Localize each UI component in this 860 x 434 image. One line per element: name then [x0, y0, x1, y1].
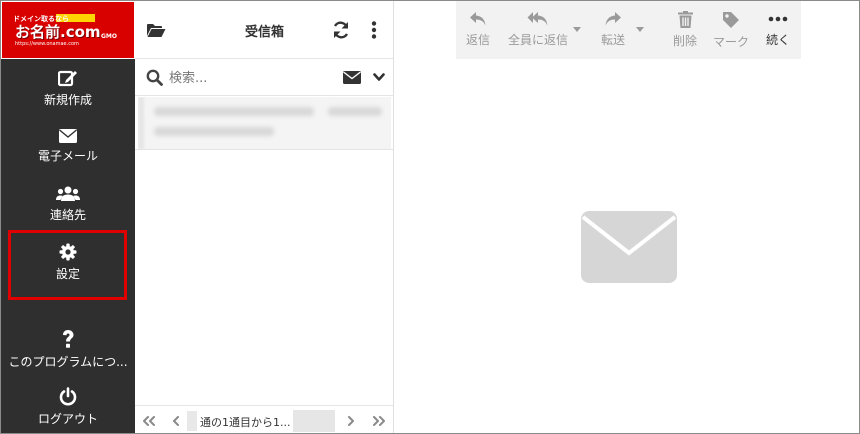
forward-label: 転送 — [600, 33, 625, 47]
prev-page-icon[interactable] — [172, 416, 180, 426]
sidebar-item-mail[interactable]: 電子メール — [1, 129, 135, 164]
envelope-placeholder-icon — [581, 211, 677, 283]
blurred-subject — [154, 127, 274, 136]
sidebar-item-about[interactable]: このプログラムにつ... — [1, 329, 135, 370]
next-page-icon[interactable] — [347, 416, 355, 426]
blurred-date — [328, 107, 382, 116]
contacts-icon — [56, 186, 80, 201]
mark-label: マーク — [712, 35, 749, 49]
sidebar-item-contacts[interactable]: 連絡先 — [1, 186, 135, 223]
sidebar-item-label: 電子メール — [37, 149, 98, 163]
brand-logo[interactable]: ドメイン取るなら お名前.com GMO https://www.onamae.… — [1, 1, 135, 59]
pager-text: 通の1通目から1... — [200, 416, 291, 429]
sidebar-item-logout[interactable]: ログアウト — [1, 387, 135, 427]
first-page-icon[interactable] — [142, 416, 156, 426]
list-item[interactable] — [138, 97, 391, 149]
tag-icon — [723, 12, 739, 28]
question-icon — [63, 330, 74, 348]
logo-gmo: GMO — [101, 33, 117, 40]
forward-button[interactable]: 転送 — [594, 1, 632, 59]
more-horizontal-icon — [768, 16, 788, 22]
folder-title: 受信箱 — [244, 25, 284, 40]
reply-all-caret[interactable] — [573, 27, 581, 32]
mail-list-pane: 受信箱 検索... 通の1通目から1... — [135, 1, 394, 433]
sidebar-item-label: 連絡先 — [49, 208, 86, 222]
chevron-down-icon[interactable] — [373, 73, 385, 82]
sidebar-item-label: 新規作成 — [43, 93, 92, 107]
more-label: 続く — [765, 33, 790, 47]
logo-url: https://www.onamae.com — [15, 41, 79, 47]
sidebar-item-compose[interactable]: 新規作成 — [1, 69, 135, 108]
search-input[interactable]: 検索... — [169, 67, 207, 86]
settings-highlight-box — [8, 230, 127, 300]
pager-box — [293, 410, 335, 432]
reply-all-label: 全員に返信 — [507, 33, 568, 47]
row-divider — [135, 149, 394, 150]
blurred-count — [187, 411, 197, 431]
refresh-icon[interactable] — [332, 21, 350, 39]
blurred-sender — [154, 107, 314, 116]
blurred-edge — [138, 97, 144, 149]
sidebar: ドメイン取るなら お名前.com GMO https://www.onamae.… — [1, 1, 135, 433]
sidebar-item-label: ログアウト — [37, 412, 98, 426]
webmail-window: ドメイン取るなら お名前.com GMO https://www.onamae.… — [0, 0, 860, 434]
delete-label: 削除 — [672, 34, 697, 48]
mail-list-header: 受信箱 — [135, 1, 394, 59]
reply-icon — [470, 12, 486, 26]
trash-icon — [677, 11, 693, 28]
mark-button[interactable]: マーク — [711, 1, 751, 59]
last-page-icon[interactable] — [372, 416, 386, 426]
sidebar-item-label: このプログラムにつ... — [8, 355, 128, 369]
compose-icon — [58, 70, 77, 87]
envelope-icon — [59, 129, 77, 143]
message-toolbar: 返信 全員に返信 転送 削除 マーク 続く — [456, 1, 801, 59]
logo-brand: お名前.com — [15, 23, 101, 41]
search-bar[interactable]: 検索... — [135, 59, 394, 96]
reply-label: 返信 — [465, 33, 490, 47]
reply-button[interactable]: 返信 — [459, 1, 497, 59]
search-icon — [146, 69, 163, 86]
delete-button[interactable]: 削除 — [666, 1, 704, 59]
envelope-filter-icon[interactable] — [343, 71, 361, 84]
more-button[interactable]: 続く — [759, 1, 797, 59]
forward-caret[interactable] — [636, 27, 644, 32]
power-icon — [59, 387, 77, 406]
pagination-bar: 通の1通目から1... — [135, 405, 394, 433]
reply-all-button[interactable]: 全員に返信 — [504, 1, 572, 59]
logo-background: ドメイン取るなら お名前.com GMO https://www.onamae.… — [2, 2, 134, 58]
forward-icon — [605, 12, 621, 26]
reply-all-icon — [527, 12, 548, 26]
more-vertical-icon[interactable] — [371, 21, 377, 39]
